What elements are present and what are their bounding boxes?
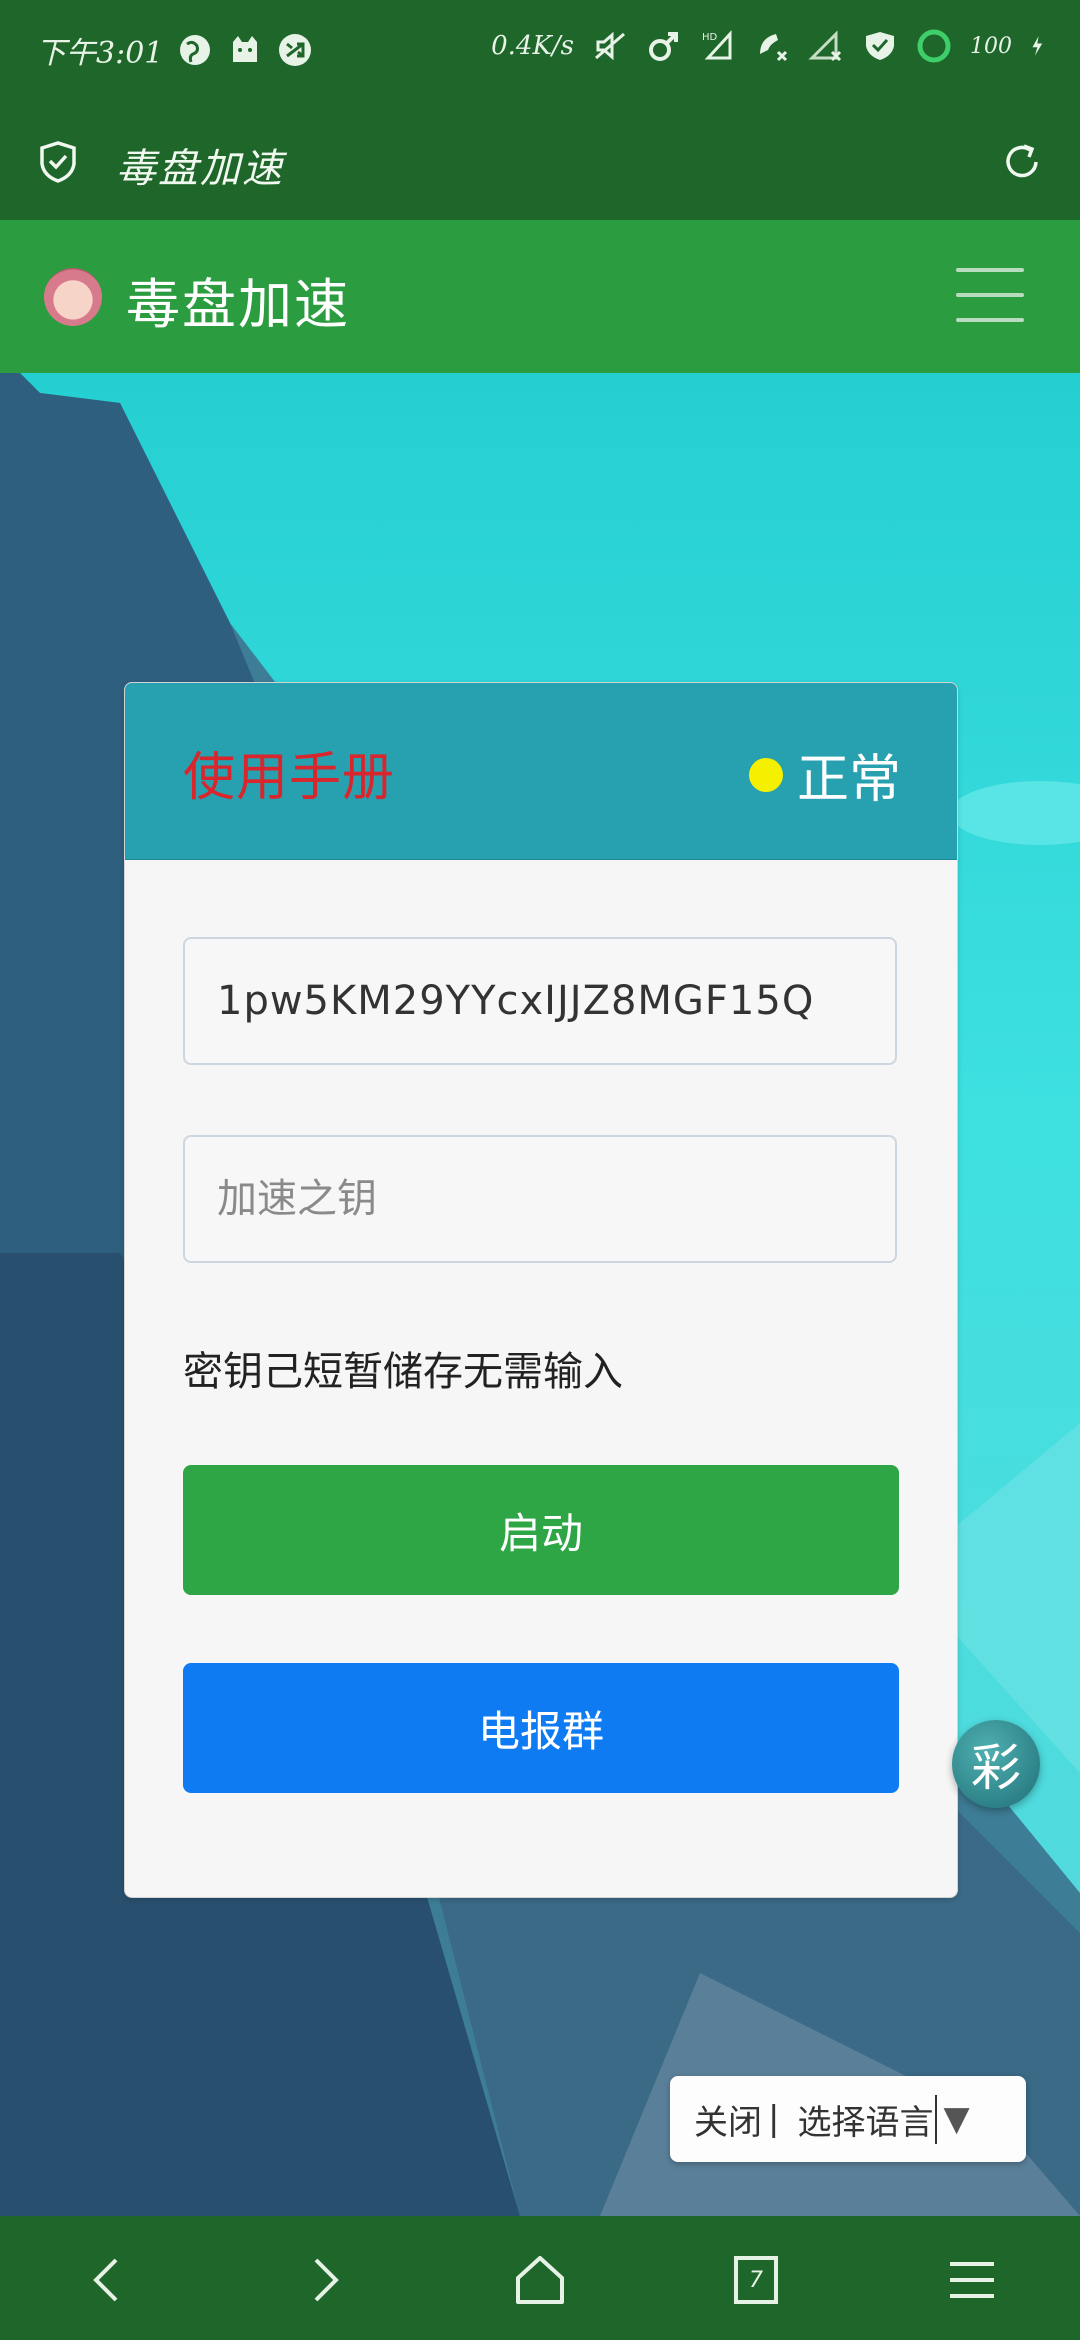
- language-bar: 关闭 | 选择语言 ▼: [670, 2076, 1026, 2162]
- browser-page-title: 毒盘加速: [116, 146, 284, 192]
- no-signal-icon: [808, 30, 842, 62]
- language-separator: |: [768, 2099, 780, 2139]
- floating-cai-button[interactable]: 彩: [952, 1720, 1040, 1808]
- hd-signal-icon: HD: [702, 30, 732, 60]
- shield-check-icon[interactable]: [38, 140, 78, 184]
- telegram-group-button[interactable]: 电报群: [183, 1663, 899, 1793]
- status-bar: 下午3:01 0.4K/s HD 100: [0, 0, 1080, 100]
- menu-icon[interactable]: [942, 2250, 1002, 2310]
- hamburger-menu-icon[interactable]: [956, 268, 1024, 324]
- service-status: 正常: [748, 737, 901, 812]
- browser-bottom-nav: 7: [0, 2216, 1080, 2340]
- home-icon[interactable]: [510, 2250, 570, 2310]
- forward-icon[interactable]: [294, 2250, 354, 2310]
- svg-text:HD: HD: [702, 32, 718, 43]
- status-bar-left: 下午3:01: [36, 28, 313, 72]
- status-text: 正常: [796, 750, 901, 810]
- manual-link[interactable]: 使用手册: [183, 735, 395, 810]
- shield-check-icon: [866, 32, 894, 60]
- card-header: 使用手册 正常: [125, 683, 957, 860]
- site-title[interactable]: 毒盘加速: [126, 260, 350, 339]
- net-speed: 0.4K/s: [491, 31, 574, 61]
- vpn-globe-icon: [180, 35, 211, 65]
- avatar: [44, 268, 102, 326]
- status-bar-right: 0.4K/s HD 100: [491, 28, 1052, 64]
- status-dot-icon: [748, 757, 783, 792]
- no-call-icon: [760, 34, 788, 62]
- status-time: 下午3:01: [36, 36, 164, 71]
- site-header: 毒盘加速: [0, 220, 1080, 373]
- language-close-button[interactable]: 关闭: [694, 2095, 762, 2144]
- refresh-icon[interactable]: [1000, 140, 1044, 184]
- acceleration-key-input[interactable]: [183, 1135, 897, 1263]
- browser-title-bar: 毒盘加速: [0, 100, 1080, 220]
- language-select[interactable]: 选择语言: [797, 2094, 938, 2144]
- start-button[interactable]: 启动: [183, 1465, 899, 1595]
- male-icon: [649, 32, 678, 61]
- circle-icon: [917, 29, 951, 63]
- tabs-count: 7: [749, 2267, 763, 2293]
- charging-icon: [1032, 36, 1043, 56]
- back-icon[interactable]: [78, 2250, 138, 2310]
- shuffle-icon: [279, 34, 312, 66]
- mute-icon: [595, 31, 625, 61]
- tabs-icon[interactable]: 7: [726, 2250, 786, 2310]
- key-storage-hint: 密钥己短暂储存无需输入: [183, 1349, 623, 1395]
- cat-icon: [233, 36, 258, 62]
- battery-level: 100: [970, 33, 1012, 59]
- login-card: 使用手册 正常 密钥己短暂储存无需输入 启动 电报群: [124, 682, 958, 1898]
- key-id-input[interactable]: [183, 937, 897, 1065]
- dropdown-arrow-icon[interactable]: ▼: [943, 2099, 969, 2139]
